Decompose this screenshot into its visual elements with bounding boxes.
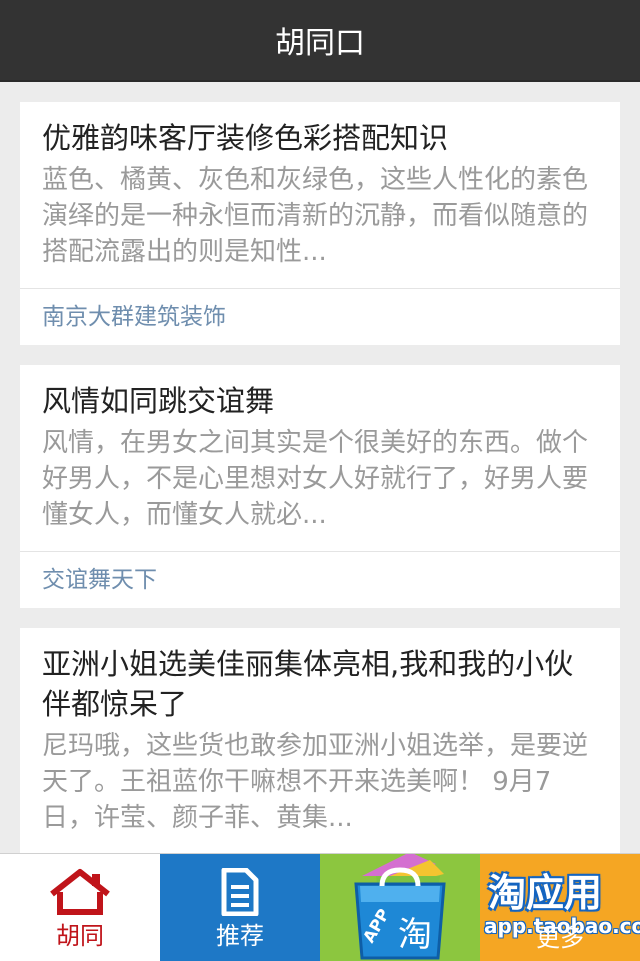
article-source-link[interactable]: 交谊舞天下 [20, 551, 620, 608]
article-summary: 风情，在男女之间其实是个很美好的东西。做个好男人，不是心里想对女人好就行了，好男… [42, 428, 589, 530]
article-feed[interactable]: 优雅韵味客厅装修色彩搭配知识 蓝色、橘黄、灰色和灰绿色，这些人性化的素色演绎的是… [20, 102, 620, 874]
article-card[interactable]: 风情如同跳交谊舞 风情，在男女之间其实是个很美好的东西。做个好男人，不是心里想对… [20, 365, 620, 608]
article-title[interactable]: 亚洲小姐选美佳丽集体亮相,我和我的小伙伴都惊呆了 [42, 644, 598, 724]
bag-tao-char: 淘 [398, 915, 432, 955]
article-title[interactable]: 优雅韵味客厅装修色彩搭配知识 [42, 118, 598, 158]
tab-label: 更多 [536, 924, 584, 952]
article-card[interactable]: 优雅韵味客厅装修色彩搭配知识 蓝色、橘黄、灰色和灰绿色，这些人性化的素色演绎的是… [20, 102, 620, 345]
article-summary: 蓝色、橘黄、灰色和灰绿色，这些人性化的素色演绎的是一种永恒而清新的沉静，而看似随… [42, 165, 589, 267]
top-bar: 胡同口 [0, 0, 640, 82]
tab-app-store[interactable]: APP 淘 [320, 854, 480, 961]
tab-label: 推荐 [216, 922, 264, 950]
tab-hutong[interactable]: 胡同 [0, 854, 160, 961]
document-icon [221, 868, 259, 916]
article-source-link[interactable]: 南京大群建筑装饰 [20, 288, 620, 345]
tab-more[interactable]: 淘应用 app.taobao.com 更多 [480, 854, 640, 961]
article-title[interactable]: 风情如同跳交谊舞 [42, 381, 598, 421]
tab-label: 胡同 [56, 922, 104, 950]
bottom-tab-bar: 胡同 推荐 APP 淘 淘应用 app.taobao.com 更多 [0, 853, 640, 961]
home-icon [50, 869, 110, 915]
shopping-bag-icon: APP 淘 [354, 854, 446, 960]
tab-recommend[interactable]: 推荐 [160, 854, 320, 961]
taobao-app-banner-title: 淘应用 [488, 871, 603, 915]
page-title: 胡同口 [275, 26, 365, 61]
article-card[interactable]: 亚洲小姐选美佳丽集体亮相,我和我的小伙伴都惊呆了 尼玛哦，这些货也敢参加亚洲小姐… [20, 628, 620, 854]
article-summary: 尼玛哦，这些货也敢参加亚洲小姐选举，是要逆天了。王祖蓝你干嘛想不开来选美啊！ 9… [42, 731, 589, 833]
